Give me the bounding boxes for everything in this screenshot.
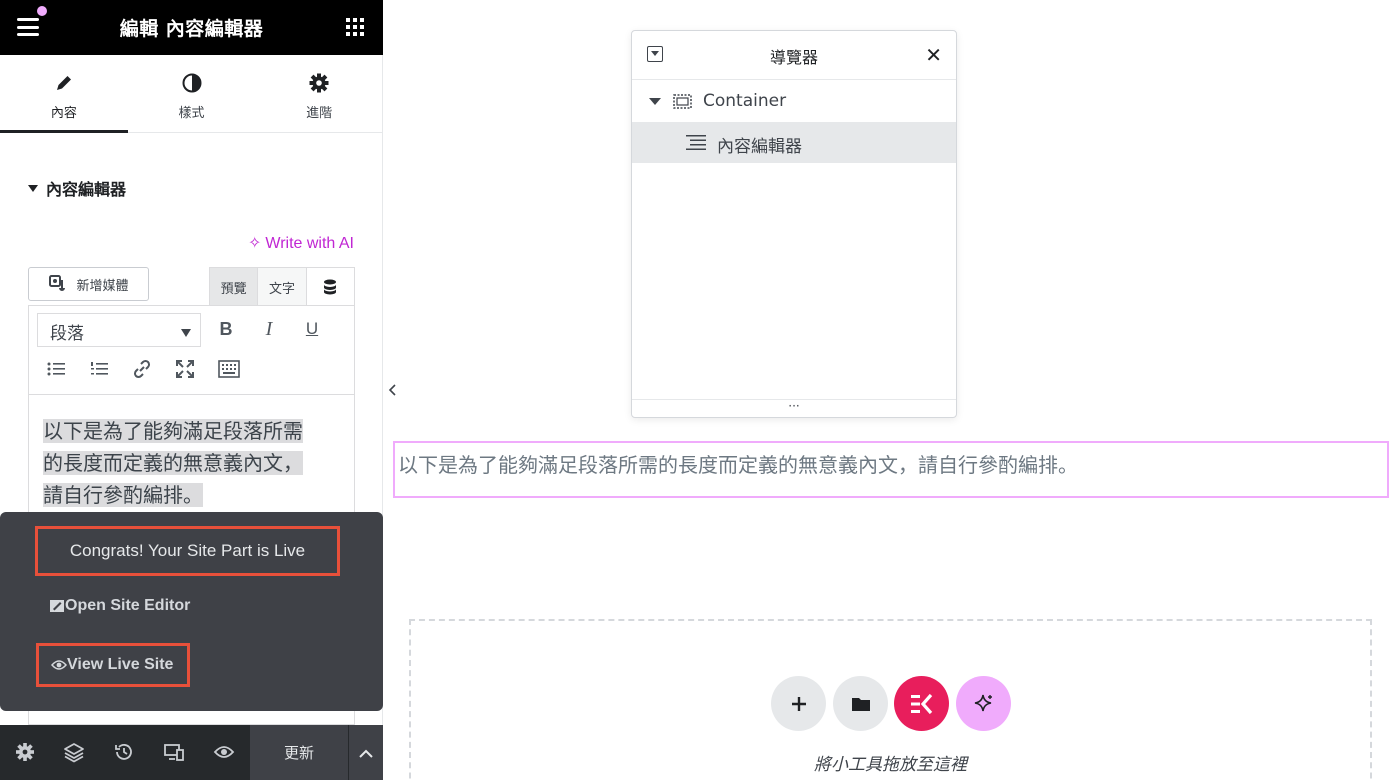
tab-label: 進階 bbox=[306, 106, 333, 121]
add-section-button[interactable] bbox=[771, 676, 826, 731]
panel-header: 編輯 內容編輯器 bbox=[0, 0, 383, 55]
settings-gear-icon[interactable] bbox=[14, 741, 36, 763]
add-media-icon bbox=[49, 275, 66, 291]
numbered-list-icon bbox=[91, 362, 108, 375]
view-live-site-label: View Live Site bbox=[67, 656, 174, 673]
update-button[interactable]: 更新 bbox=[249, 725, 348, 780]
section-toggle[interactable]: 內容編輯器 bbox=[28, 176, 126, 200]
write-ai-label: Write with AI bbox=[265, 235, 354, 252]
navigator-header[interactable]: 導覽器 ✕ bbox=[632, 31, 956, 80]
plus-icon bbox=[791, 696, 806, 711]
text-editor-widget[interactable]: 以下是為了能夠滿足段落所需的長度而定義的無意義內文，請自行參酌編排。 bbox=[393, 441, 1389, 498]
tab-visual[interactable]: 預覽 bbox=[210, 268, 259, 306]
eye-icon bbox=[51, 660, 67, 670]
chevron-up-icon bbox=[359, 749, 373, 758]
save-options-button[interactable] bbox=[349, 725, 383, 780]
nav-item-text-editor[interactable]: 內容編輯器 bbox=[632, 122, 956, 163]
nav-item-container[interactable]: Container bbox=[632, 81, 956, 122]
fullscreen-button[interactable] bbox=[170, 354, 200, 384]
open-site-editor-label: Open Site Editor bbox=[65, 597, 191, 614]
sparkle-icon: ✧ bbox=[247, 235, 262, 252]
congrats-message: Congrats! Your Site Part is Live bbox=[35, 526, 340, 576]
ai-sparkle-icon bbox=[974, 694, 992, 711]
navigator-resize-handle[interactable]: ··· bbox=[632, 399, 956, 417]
pencil-icon bbox=[56, 76, 71, 90]
nav-item-label: Container bbox=[703, 91, 787, 111]
container-icon bbox=[673, 94, 692, 109]
site-editor-icon bbox=[50, 600, 64, 612]
editor-line: 的長度而定義的無意義內文， bbox=[43, 451, 303, 475]
editor-toolbar: 段落 B I U bbox=[29, 306, 354, 395]
editor-mode-tabs: 預覽 文字 bbox=[209, 267, 355, 306]
add-template-button[interactable] bbox=[833, 676, 888, 731]
toolbar-toggle-button[interactable] bbox=[214, 354, 244, 384]
tab-advanced[interactable]: 進階 bbox=[255, 55, 383, 132]
navigator-panel: 導覽器 ✕ Container 內容編輯器 ··· bbox=[631, 30, 957, 418]
editor-line: 請自行參酌編排。 bbox=[43, 483, 203, 507]
half-circle-icon bbox=[182, 73, 201, 93]
tab-style[interactable]: 樣式 bbox=[128, 55, 256, 132]
editor-panel: 編輯 內容編輯器 內容 樣式 進階 內容編輯器 ✧ Write with AI … bbox=[0, 0, 383, 780]
numbered-list-button[interactable] bbox=[84, 354, 114, 384]
database-icon bbox=[324, 279, 337, 295]
close-icon[interactable]: ✕ bbox=[925, 43, 942, 67]
gear-icon bbox=[309, 73, 329, 93]
folder-icon bbox=[851, 697, 870, 711]
bullet-list-icon bbox=[47, 362, 65, 376]
open-site-editor-link[interactable]: Open Site Editor bbox=[49, 597, 190, 615]
keyboard-icon bbox=[218, 360, 240, 378]
preview-eye-icon[interactable] bbox=[213, 741, 235, 763]
write-with-ai-button[interactable]: ✧ Write with AI bbox=[248, 233, 354, 253]
add-media-button[interactable]: 新增媒體 bbox=[28, 267, 149, 301]
editor-content[interactable]: 以下是為了能夠滿足段落所需 的長度而定義的無意義內文， 請自行參酌編排。 bbox=[43, 415, 333, 511]
navigator-title: 導覽器 bbox=[769, 48, 818, 67]
elementor-kit-button[interactable] bbox=[894, 676, 949, 731]
bold-button[interactable]: B bbox=[211, 314, 241, 344]
tab-label: 樣式 bbox=[178, 106, 205, 121]
elementor-editor: 編輯 內容編輯器 內容 樣式 進階 內容編輯器 ✧ Write with AI … bbox=[0, 0, 1400, 780]
link-button[interactable] bbox=[127, 354, 157, 384]
ai-generate-button[interactable] bbox=[956, 676, 1011, 731]
add-media-label: 新增媒體 bbox=[76, 278, 129, 294]
tab-content[interactable]: 內容 bbox=[0, 55, 128, 133]
format-select[interactable]: 段落 bbox=[37, 313, 201, 347]
text-editor-icon bbox=[686, 135, 706, 150]
editor-line: 以下是為了能夠滿足段落所需 bbox=[43, 419, 303, 443]
history-icon[interactable] bbox=[113, 741, 135, 763]
drop-zone-label: 將小工具拖放至這裡 bbox=[814, 755, 967, 775]
underline-button[interactable]: U bbox=[297, 314, 327, 344]
panel-title: 編輯 內容編輯器 bbox=[119, 18, 264, 40]
dropdown-arrow-icon bbox=[181, 329, 191, 337]
link-icon bbox=[133, 359, 151, 379]
responsive-mode-icon[interactable] bbox=[163, 741, 185, 763]
kit-logo-icon bbox=[910, 693, 932, 714]
widgets-grid-icon[interactable] bbox=[346, 18, 364, 36]
fullscreen-icon bbox=[176, 360, 194, 378]
nav-item-label: 內容編輯器 bbox=[717, 137, 802, 157]
bullet-list-button[interactable] bbox=[41, 354, 71, 384]
panel-footer: 更新 bbox=[0, 725, 383, 780]
caret-down-icon bbox=[28, 185, 38, 192]
caret-down-icon[interactable] bbox=[649, 98, 661, 105]
tab-text[interactable]: 文字 bbox=[258, 268, 307, 306]
dynamic-tags-button[interactable] bbox=[306, 268, 354, 306]
format-value: 段落 bbox=[50, 324, 84, 344]
panel-collapse-handle[interactable] bbox=[383, 355, 403, 425]
view-live-site-link[interactable]: View Live Site bbox=[36, 643, 190, 687]
italic-button[interactable]: I bbox=[254, 314, 284, 344]
layers-icon[interactable] bbox=[63, 741, 85, 763]
site-part-live-popup: Congrats! Your Site Part is Live Open Si… bbox=[0, 512, 383, 711]
panel-tabs: 內容 樣式 進階 bbox=[0, 55, 383, 133]
section-title: 內容編輯器 bbox=[46, 180, 127, 199]
chevron-left-icon bbox=[388, 384, 396, 396]
tab-label: 內容 bbox=[50, 106, 77, 121]
